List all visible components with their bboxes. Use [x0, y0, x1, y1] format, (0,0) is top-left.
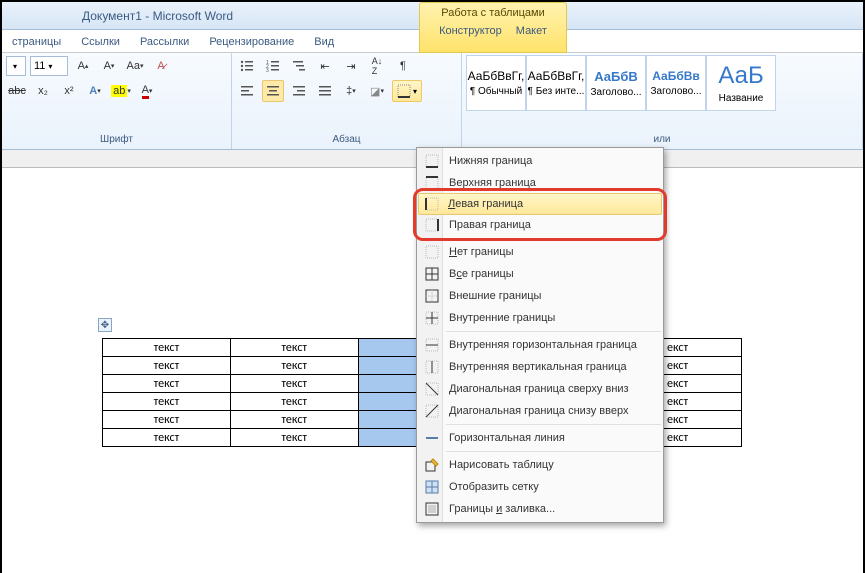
text-effects-button[interactable]: A▾ [84, 80, 106, 102]
group-styles-label: или [466, 132, 858, 147]
border-none-icon [423, 244, 441, 260]
ribbon-tabs: страницы Ссылки Рассылки Рецензирование … [2, 30, 863, 53]
border-inside-h-icon [423, 337, 441, 353]
superscript-button[interactable]: x² [58, 80, 80, 102]
line-spacing-button[interactable]: ‡▾ [340, 80, 362, 102]
font-color-button[interactable]: A▾ [136, 80, 158, 102]
shrink-font-button[interactable]: A▾ [98, 55, 120, 77]
border-inside-icon [423, 310, 441, 326]
borders-dropdown-menu: Нижняя граница Верхняя граница Левая гра… [416, 147, 664, 523]
border-left-icon [423, 196, 441, 212]
font-size-combo[interactable]: 11▾ [30, 56, 68, 76]
table-move-handle[interactable]: ✥ [98, 318, 112, 332]
border-outside-icon [423, 288, 441, 304]
group-font: ▾ 11▾ A▴ A▾ Aa▾ A̷ abc x₂ x² A▾ ab▾ A▾ Ш… [2, 53, 232, 149]
menu-border-diag-up[interactable]: Диагональная граница снизу вверх [419, 400, 661, 422]
strikethrough-button[interactable]: abc [6, 80, 28, 102]
menu-border-all[interactable]: Все границы [419, 263, 661, 285]
table-tools-title: Работа с таблицами [441, 3, 544, 19]
numbering-button[interactable]: 123 [262, 55, 284, 77]
tab-references[interactable]: Ссылки [71, 32, 130, 52]
multilevel-list-button[interactable] [288, 55, 310, 77]
horizontal-line-icon [423, 430, 441, 446]
border-all-icon [423, 266, 441, 282]
menu-border-inside-v[interactable]: Внутренняя вертикальная граница [419, 356, 661, 378]
tab-table-design[interactable]: Конструктор [439, 25, 502, 37]
border-top-icon [423, 175, 441, 191]
menu-border-none[interactable]: Нет границы [419, 241, 661, 263]
menu-border-top[interactable]: Верхняя граница [419, 172, 661, 194]
borders-icon [397, 84, 411, 98]
draw-table-icon [423, 457, 441, 473]
tab-review[interactable]: Рецензирование [199, 32, 304, 52]
style-normal[interactable]: АаБбВвГг,¶ Обычный [466, 55, 526, 111]
border-right-icon [423, 217, 441, 233]
svg-text:3: 3 [266, 68, 269, 74]
change-case-button[interactable]: Aa▾ [124, 55, 146, 77]
border-diag-down-icon [423, 381, 441, 397]
window-title: Документ1 - Microsoft Word [82, 9, 233, 23]
menu-border-inside[interactable]: Внутренние границы [419, 307, 661, 329]
menu-draw-table[interactable]: Нарисовать таблицу [419, 454, 661, 476]
menu-border-outside[interactable]: Внешние границы [419, 285, 661, 307]
align-left-button[interactable] [236, 80, 258, 102]
menu-view-gridlines[interactable]: Отобразить сетку [419, 476, 661, 498]
subscript-button[interactable]: x₂ [32, 80, 54, 102]
style-no-spacing[interactable]: АаБбВвГг,¶ Без инте... [526, 55, 586, 111]
gridlines-icon [423, 479, 441, 495]
menu-horizontal-line[interactable]: Горизонтальная линия [419, 427, 661, 449]
borders-shading-icon [423, 501, 441, 517]
style-heading2[interactable]: АаБбВвЗаголово... [646, 55, 706, 111]
sort-button[interactable]: A↓Z [366, 55, 388, 77]
menu-border-inside-h[interactable]: Внутренняя горизонтальная граница [419, 334, 661, 356]
shading-button[interactable]: ◪▾ [366, 80, 388, 102]
border-inside-v-icon [423, 359, 441, 375]
group-styles: АаБбВвГг,¶ Обычный АаБбВвГг,¶ Без инте..… [462, 53, 863, 149]
tab-table-layout[interactable]: Макет [516, 25, 547, 37]
border-bottom-icon [423, 153, 441, 169]
tab-page-layout[interactable]: страницы [2, 32, 71, 52]
group-paragraph-label: Абзац [236, 132, 457, 147]
justify-button[interactable] [314, 80, 336, 102]
menu-border-right[interactable]: Правая граница [419, 214, 661, 236]
table-tools-contextual: Работа с таблицами Конструктор Макет [419, 2, 567, 53]
grow-font-button[interactable]: A▴ [72, 55, 94, 77]
borders-split-button[interactable]: ▾ [392, 80, 422, 102]
bullets-button[interactable] [236, 55, 258, 77]
group-paragraph: 123 ⇤ ⇥ A↓Z ¶ ‡▾ ◪▾ ▾ Абзац [232, 53, 462, 149]
group-font-label: Шрифт [6, 132, 227, 147]
ribbon: ▾ 11▾ A▴ A▾ Aa▾ A̷ abc x₂ x² A▾ ab▾ A▾ Ш… [2, 53, 863, 150]
menu-borders-and-shading[interactable]: Границы и заливка... [419, 498, 661, 520]
style-title[interactable]: АаБНазвание [706, 55, 776, 111]
show-marks-button[interactable]: ¶ [392, 55, 414, 77]
menu-border-bottom[interactable]: Нижняя граница [419, 150, 661, 172]
border-diag-up-icon [423, 403, 441, 419]
font-family-combo[interactable]: ▾ [6, 56, 26, 76]
menu-border-diag-down[interactable]: Диагональная граница сверху вниз [419, 378, 661, 400]
tab-view[interactable]: Вид [304, 32, 344, 52]
highlight-button[interactable]: ab▾ [110, 80, 132, 102]
decrease-indent-button[interactable]: ⇤ [314, 55, 336, 77]
menu-border-left[interactable]: Левая граница [418, 193, 662, 215]
align-right-button[interactable] [288, 80, 310, 102]
align-center-button[interactable] [262, 80, 284, 102]
clear-formatting-button[interactable]: A̷ [150, 55, 172, 77]
increase-indent-button[interactable]: ⇥ [340, 55, 362, 77]
style-heading1[interactable]: АаБбВЗаголово... [586, 55, 646, 111]
tab-mailings[interactable]: Рассылки [130, 32, 199, 52]
